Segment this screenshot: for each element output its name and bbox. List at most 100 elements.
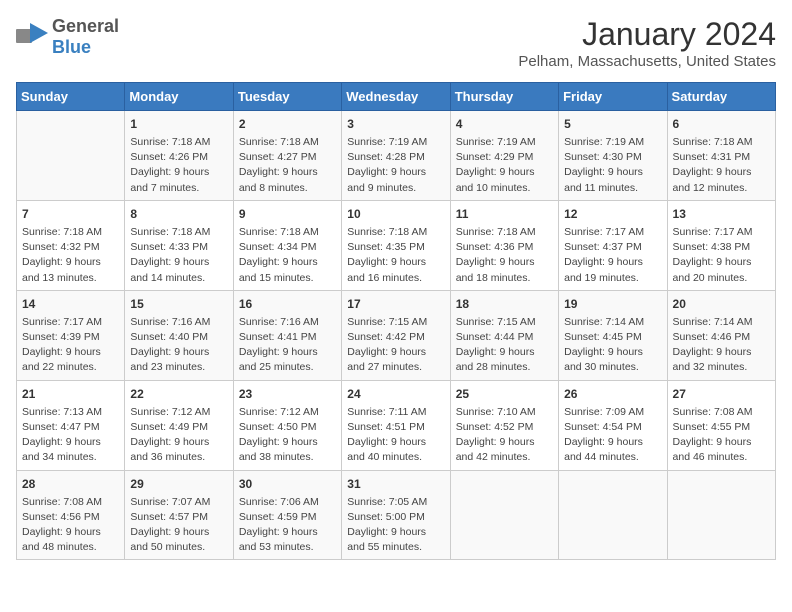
weekday-header-wednesday: Wednesday	[342, 83, 450, 111]
calendar-cell: 16Sunrise: 7:16 AMSunset: 4:41 PMDayligh…	[233, 290, 341, 380]
day-number: 23	[239, 385, 336, 403]
day-number: 17	[347, 295, 444, 313]
weekday-header-row: SundayMondayTuesdayWednesdayThursdayFrid…	[17, 83, 776, 111]
day-info: Sunrise: 7:13 AMSunset: 4:47 PMDaylight:…	[22, 405, 119, 466]
day-number: 5	[564, 115, 661, 133]
weekday-header-thursday: Thursday	[450, 83, 558, 111]
calendar-cell: 29 Sunrise: 7:07 AMSunset: 4:57 PMDayligh…	[125, 470, 233, 560]
day-number: 31	[347, 475, 444, 493]
calendar-cell: 12 Sunrise: 7:17 AMSunset: 4:37 PMDayligh…	[559, 200, 667, 290]
calendar-body: 1Sunrise: 7:18 AMSunset: 4:26 PMDaylight…	[17, 111, 776, 560]
calendar-cell	[559, 470, 667, 560]
day-number: 25	[456, 385, 553, 403]
weekday-header-sunday: Sunday	[17, 83, 125, 111]
day-info: Sunrise: 7:14 AMSunset: 4:45 PMDaylight:…	[564, 315, 661, 376]
calendar-cell: 8 Sunrise: 7:18 AMSunset: 4:33 PMDaylight…	[125, 200, 233, 290]
calendar-cell: 18Sunrise: 7:15 AMSunset: 4:44 PMDayligh…	[450, 290, 558, 380]
calendar-cell	[17, 111, 125, 201]
calendar-table: SundayMondayTuesdayWednesdayThursdayFrid…	[16, 82, 776, 560]
day-number: 27	[673, 385, 770, 403]
day-number: 15	[130, 295, 227, 313]
calendar-cell: 21 Sunrise: 7:13 AMSunset: 4:47 PMDayligh…	[17, 380, 125, 470]
calendar-cell: 5 Sunrise: 7:19 AMSunset: 4:30 PMDaylight…	[559, 111, 667, 201]
day-number: 8	[130, 205, 227, 223]
day-number: 12	[564, 205, 661, 223]
day-info: Sunrise: 7:18 AMSunset: 4:33 PMDaylight:…	[130, 225, 227, 286]
calendar-cell: 31Sunrise: 7:05 AMSunset: 5:00 PMDayligh…	[342, 470, 450, 560]
calendar-cell: 23 Sunrise: 7:12 AMSunset: 4:50 PMDayligh…	[233, 380, 341, 470]
day-info: Sunrise: 7:19 AMSunset: 4:29 PMDaylight:…	[456, 135, 553, 196]
day-number: 9	[239, 205, 336, 223]
day-info: Sunrise: 7:17 AMSunset: 4:38 PMDaylight:…	[673, 225, 770, 286]
calendar-week-3: 14 Sunrise: 7:17 AMSunset: 4:39 PMDayligh…	[17, 290, 776, 380]
calendar-cell: 20 Sunrise: 7:14 AMSunset: 4:46 PMDayligh…	[667, 290, 775, 380]
day-info: Sunrise: 7:15 AMSunset: 4:44 PMDaylight:…	[456, 315, 553, 376]
day-number: 20	[673, 295, 770, 313]
day-info: Sunrise: 7:09 AMSunset: 4:54 PMDaylight:…	[564, 405, 661, 466]
day-number: 30	[239, 475, 336, 493]
day-info: Sunrise: 7:18 AMSunset: 4:31 PMDaylight:…	[673, 135, 770, 196]
day-number: 7	[22, 205, 119, 223]
calendar-cell: 14 Sunrise: 7:17 AMSunset: 4:39 PMDayligh…	[17, 290, 125, 380]
calendar-cell	[450, 470, 558, 560]
calendar-cell: 9Sunrise: 7:18 AMSunset: 4:34 PMDaylight…	[233, 200, 341, 290]
day-number: 11	[456, 205, 553, 223]
day-number: 16	[239, 295, 336, 313]
calendar-cell: 22Sunrise: 7:12 AMSunset: 4:49 PMDayligh…	[125, 380, 233, 470]
calendar-cell: 1Sunrise: 7:18 AMSunset: 4:26 PMDaylight…	[125, 111, 233, 201]
day-info: Sunrise: 7:18 AMSunset: 4:35 PMDaylight:…	[347, 225, 444, 286]
day-number: 14	[22, 295, 119, 313]
day-number: 3	[347, 115, 444, 133]
calendar-cell	[667, 470, 775, 560]
calendar-cell: 11 Sunrise: 7:18 AMSunset: 4:36 PMDayligh…	[450, 200, 558, 290]
month-title: January 2024	[518, 16, 776, 53]
day-number: 28	[22, 475, 119, 493]
day-number: 2	[239, 115, 336, 133]
day-info: Sunrise: 7:11 AMSunset: 4:51 PMDaylight:…	[347, 405, 444, 466]
day-info: Sunrise: 7:08 AMSunset: 4:55 PMDaylight:…	[673, 405, 770, 466]
day-info: Sunrise: 7:14 AMSunset: 4:46 PMDaylight:…	[673, 315, 770, 376]
weekday-header-friday: Friday	[559, 83, 667, 111]
weekday-header-saturday: Saturday	[667, 83, 775, 111]
calendar-cell: 7 Sunrise: 7:18 AMSunset: 4:32 PMDaylight…	[17, 200, 125, 290]
day-info: Sunrise: 7:18 AMSunset: 4:36 PMDaylight:…	[456, 225, 553, 286]
day-info: Sunrise: 7:18 AMSunset: 4:27 PMDaylight:…	[239, 135, 336, 196]
day-info: Sunrise: 7:12 AMSunset: 4:50 PMDaylight:…	[239, 405, 336, 466]
day-number: 10	[347, 205, 444, 223]
day-info: Sunrise: 7:18 AMSunset: 4:26 PMDaylight:…	[130, 135, 227, 196]
title-block: January 2024 Pelham, Massachusetts, Unit…	[518, 16, 776, 70]
day-info: Sunrise: 7:07 AMSunset: 4:57 PMDaylight:…	[130, 495, 227, 556]
day-number: 21	[22, 385, 119, 403]
page-header: General Blue January 2024 Pelham, Massac…	[16, 16, 776, 70]
day-info: Sunrise: 7:08 AMSunset: 4:56 PMDaylight:…	[22, 495, 119, 556]
day-info: Sunrise: 7:19 AMSunset: 4:30 PMDaylight:…	[564, 135, 661, 196]
day-info: Sunrise: 7:18 AMSunset: 4:32 PMDaylight:…	[22, 225, 119, 286]
calendar-cell: 26Sunrise: 7:09 AMSunset: 4:54 PMDayligh…	[559, 380, 667, 470]
calendar-cell: 28 Sunrise: 7:08 AMSunset: 4:56 PMDayligh…	[17, 470, 125, 560]
day-number: 13	[673, 205, 770, 223]
calendar-cell: 4 Sunrise: 7:19 AMSunset: 4:29 PMDaylight…	[450, 111, 558, 201]
calendar-cell: 30Sunrise: 7:06 AMSunset: 4:59 PMDayligh…	[233, 470, 341, 560]
weekday-header-monday: Monday	[125, 83, 233, 111]
logo-general: General	[52, 16, 119, 36]
day-number: 19	[564, 295, 661, 313]
calendar-week-4: 21 Sunrise: 7:13 AMSunset: 4:47 PMDayligh…	[17, 380, 776, 470]
calendar-week-1: 1Sunrise: 7:18 AMSunset: 4:26 PMDaylight…	[17, 111, 776, 201]
logo: General Blue	[16, 16, 119, 58]
day-info: Sunrise: 7:17 AMSunset: 4:39 PMDaylight:…	[22, 315, 119, 376]
day-info: Sunrise: 7:16 AMSunset: 4:40 PMDaylight:…	[130, 315, 227, 376]
day-info: Sunrise: 7:17 AMSunset: 4:37 PMDaylight:…	[564, 225, 661, 286]
calendar-cell: 10 Sunrise: 7:18 AMSunset: 4:35 PMDayligh…	[342, 200, 450, 290]
day-number: 29	[130, 475, 227, 493]
day-number: 22	[130, 385, 227, 403]
day-info: Sunrise: 7:15 AMSunset: 4:42 PMDaylight:…	[347, 315, 444, 376]
calendar-cell: 15 Sunrise: 7:16 AMSunset: 4:40 PMDayligh…	[125, 290, 233, 380]
day-number: 4	[456, 115, 553, 133]
calendar-cell: 24Sunrise: 7:11 AMSunset: 4:51 PMDayligh…	[342, 380, 450, 470]
logo-blue: Blue	[52, 37, 91, 57]
calendar-cell: 17 Sunrise: 7:15 AMSunset: 4:42 PMDayligh…	[342, 290, 450, 380]
location-title: Pelham, Massachusetts, United States	[518, 53, 776, 70]
calendar-cell: 3Sunrise: 7:19 AMSunset: 4:28 PMDaylight…	[342, 111, 450, 201]
logo-icon	[16, 23, 48, 51]
weekday-header-tuesday: Tuesday	[233, 83, 341, 111]
